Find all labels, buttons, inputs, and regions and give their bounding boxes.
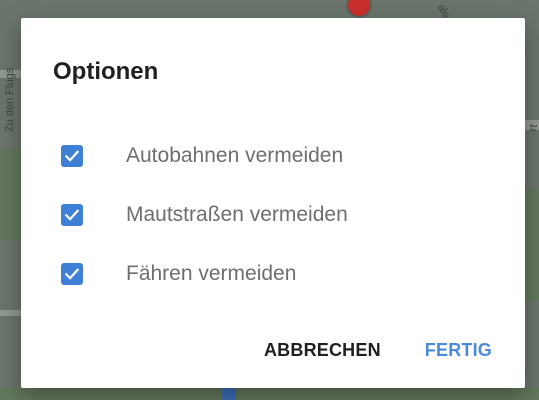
checkbox-checked-icon[interactable] — [61, 144, 83, 167]
map-park — [525, 190, 539, 300]
dialog-actions: ABBRECHEN FERTIG — [264, 340, 492, 361]
option-avoid-tolls[interactable]: Mautstraßen vermeiden — [61, 185, 501, 244]
map-street-label: Zu den Flugs — [4, 67, 16, 132]
option-avoid-ferries[interactable]: Fähren vermeiden — [61, 244, 501, 303]
checkbox-checked-icon[interactable] — [61, 203, 83, 226]
option-avoid-highways[interactable]: Autobahnen vermeiden — [61, 126, 501, 185]
done-button[interactable]: FERTIG — [425, 340, 492, 361]
cancel-button[interactable]: ABBRECHEN — [264, 340, 381, 361]
map-route — [222, 388, 236, 400]
option-label: Fähren vermeiden — [126, 261, 297, 285]
map-street-label: rt — [527, 123, 539, 133]
map-park — [0, 388, 539, 400]
dialog-title: Optionen — [53, 58, 159, 85]
option-label: Autobahnen vermeiden — [126, 143, 344, 167]
map-road — [0, 310, 21, 316]
option-label: Mautstraßen vermeiden — [126, 202, 348, 226]
map-park — [0, 150, 21, 240]
map-pin-icon[interactable] — [348, 0, 370, 16]
options-list: Autobahnen vermeiden Mautstraßen vermeid… — [61, 126, 501, 303]
checkbox-checked-icon[interactable] — [61, 262, 83, 285]
options-dialog: Optionen Autobahnen vermeiden Mautstraße… — [21, 18, 525, 388]
